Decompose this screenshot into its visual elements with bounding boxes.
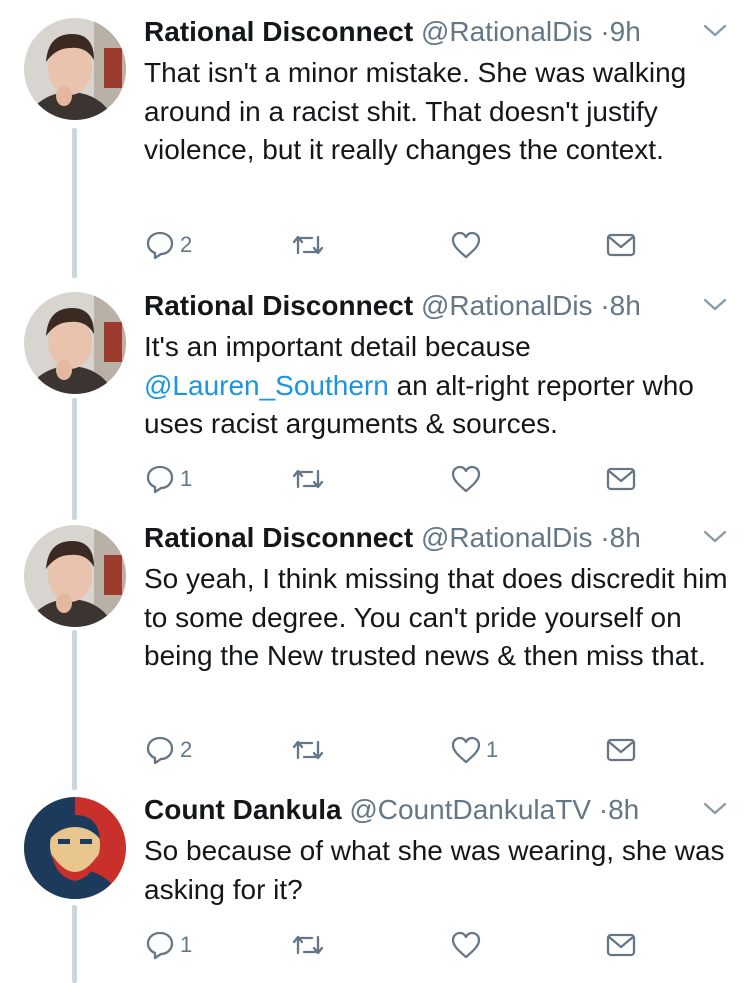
user-handle[interactable]: @RationalDis bbox=[421, 522, 593, 553]
direct-message-button[interactable] bbox=[606, 928, 636, 962]
direct-message-icon bbox=[606, 932, 636, 958]
reply-button[interactable]: 1 bbox=[144, 462, 192, 496]
like-count: 1 bbox=[486, 737, 499, 762]
tweet-actions: 1 bbox=[144, 462, 644, 496]
like-icon bbox=[450, 229, 482, 261]
direct-message-button[interactable] bbox=[606, 733, 636, 767]
tweet-header: Rational Disconnect @RationalDis ·8h bbox=[144, 289, 641, 323]
like-button[interactable]: 1 bbox=[450, 733, 498, 767]
tweet-text: So yeah, I think missing that does discr… bbox=[144, 560, 734, 676]
display-name[interactable]: Rational Disconnect bbox=[144, 16, 413, 47]
tweet-text-segment: It's an important detail because bbox=[144, 331, 531, 362]
avatar-rational-disconnect[interactable] bbox=[24, 525, 126, 627]
timestamp[interactable]: 8h bbox=[608, 794, 639, 825]
tweet-text: It's an important detail because @Lauren… bbox=[144, 328, 734, 444]
reply-icon bbox=[144, 229, 176, 261]
tweet-text: That isn't a minor mistake. She was walk… bbox=[144, 54, 734, 170]
direct-message-icon bbox=[606, 737, 636, 763]
tweet-actions: 2 1 bbox=[144, 733, 644, 767]
caret-down-icon[interactable] bbox=[702, 22, 728, 40]
user-handle[interactable]: @RationalDis bbox=[421, 16, 593, 47]
reply-button[interactable]: 1 bbox=[144, 928, 192, 962]
direct-message-icon bbox=[606, 232, 636, 258]
like-icon bbox=[450, 929, 482, 961]
reply-icon bbox=[144, 463, 176, 495]
tweet-header: Rational Disconnect @RationalDis ·8h bbox=[144, 521, 641, 555]
reply-button[interactable]: 2 bbox=[144, 733, 192, 767]
tweet[interactable]: Rational Disconnect @RationalDis ·9h Tha… bbox=[0, 0, 750, 272]
retweet-button[interactable] bbox=[290, 462, 330, 496]
retweet-button[interactable] bbox=[290, 928, 330, 962]
retweet-button[interactable] bbox=[290, 228, 330, 262]
separator-dot: · bbox=[600, 16, 610, 47]
retweet-button[interactable] bbox=[290, 733, 330, 767]
reply-icon bbox=[144, 929, 176, 961]
tweet-header: Count Dankula @CountDankulaTV ·8h bbox=[144, 793, 639, 827]
like-button[interactable] bbox=[450, 228, 486, 262]
retweet-icon bbox=[290, 229, 326, 261]
avatar-rational-disconnect[interactable] bbox=[24, 18, 126, 120]
separator-dot: · bbox=[600, 522, 610, 553]
separator-dot: · bbox=[600, 290, 610, 321]
like-button[interactable] bbox=[450, 928, 486, 962]
timestamp[interactable]: 8h bbox=[610, 290, 641, 321]
tweet[interactable]: Rational Disconnect @RationalDis ·8h So … bbox=[0, 507, 750, 775]
timestamp[interactable]: 9h bbox=[610, 16, 641, 47]
reply-count: 1 bbox=[180, 466, 193, 491]
direct-message-icon bbox=[606, 466, 636, 492]
tweet-text-segment: That isn't a minor mistake. She was walk… bbox=[144, 57, 687, 165]
tweet-actions: 1 bbox=[144, 928, 644, 962]
direct-message-button[interactable] bbox=[606, 462, 636, 496]
avatar-rational-disconnect[interactable] bbox=[24, 292, 126, 394]
tweet[interactable]: Count Dankula @CountDankulaTV ·8h So bec… bbox=[0, 775, 750, 983]
retweet-icon bbox=[290, 463, 326, 495]
reply-count: 2 bbox=[180, 737, 193, 762]
separator-dot: · bbox=[598, 794, 609, 825]
direct-message-button[interactable] bbox=[606, 228, 636, 262]
user-handle[interactable]: @CountDankulaTV bbox=[349, 794, 591, 825]
like-icon bbox=[450, 463, 482, 495]
reply-count: 2 bbox=[180, 232, 193, 257]
caret-down-icon[interactable] bbox=[702, 296, 728, 314]
tweet-text: So because of what she was wearing, she … bbox=[144, 832, 734, 909]
caret-down-icon[interactable] bbox=[702, 800, 728, 818]
reply-count: 1 bbox=[180, 932, 193, 957]
display-name[interactable]: Rational Disconnect bbox=[144, 522, 413, 553]
tweet-text-segment: So because of what she was wearing, she … bbox=[144, 835, 725, 905]
like-button[interactable] bbox=[450, 462, 486, 496]
user-handle[interactable]: @RationalDis bbox=[421, 290, 593, 321]
tweet[interactable]: Rational Disconnect @RationalDis ·8h It'… bbox=[0, 272, 750, 507]
mention-link[interactable]: @Lauren_Southern bbox=[144, 370, 389, 401]
retweet-icon bbox=[290, 929, 326, 961]
tweet-text-segment: So yeah, I think missing that does discr… bbox=[144, 563, 728, 671]
reply-button[interactable]: 2 bbox=[144, 228, 192, 262]
tweet-header: Rational Disconnect @RationalDis ·9h bbox=[144, 15, 641, 49]
timestamp[interactable]: 8h bbox=[610, 522, 641, 553]
retweet-icon bbox=[290, 734, 326, 766]
like-icon bbox=[450, 734, 482, 766]
tweet-actions: 2 bbox=[144, 228, 644, 262]
display-name[interactable]: Count Dankula bbox=[144, 794, 342, 825]
avatar-count-dankula[interactable] bbox=[24, 797, 126, 899]
display-name[interactable]: Rational Disconnect bbox=[144, 290, 413, 321]
reply-icon bbox=[144, 734, 176, 766]
caret-down-icon[interactable] bbox=[702, 528, 728, 546]
